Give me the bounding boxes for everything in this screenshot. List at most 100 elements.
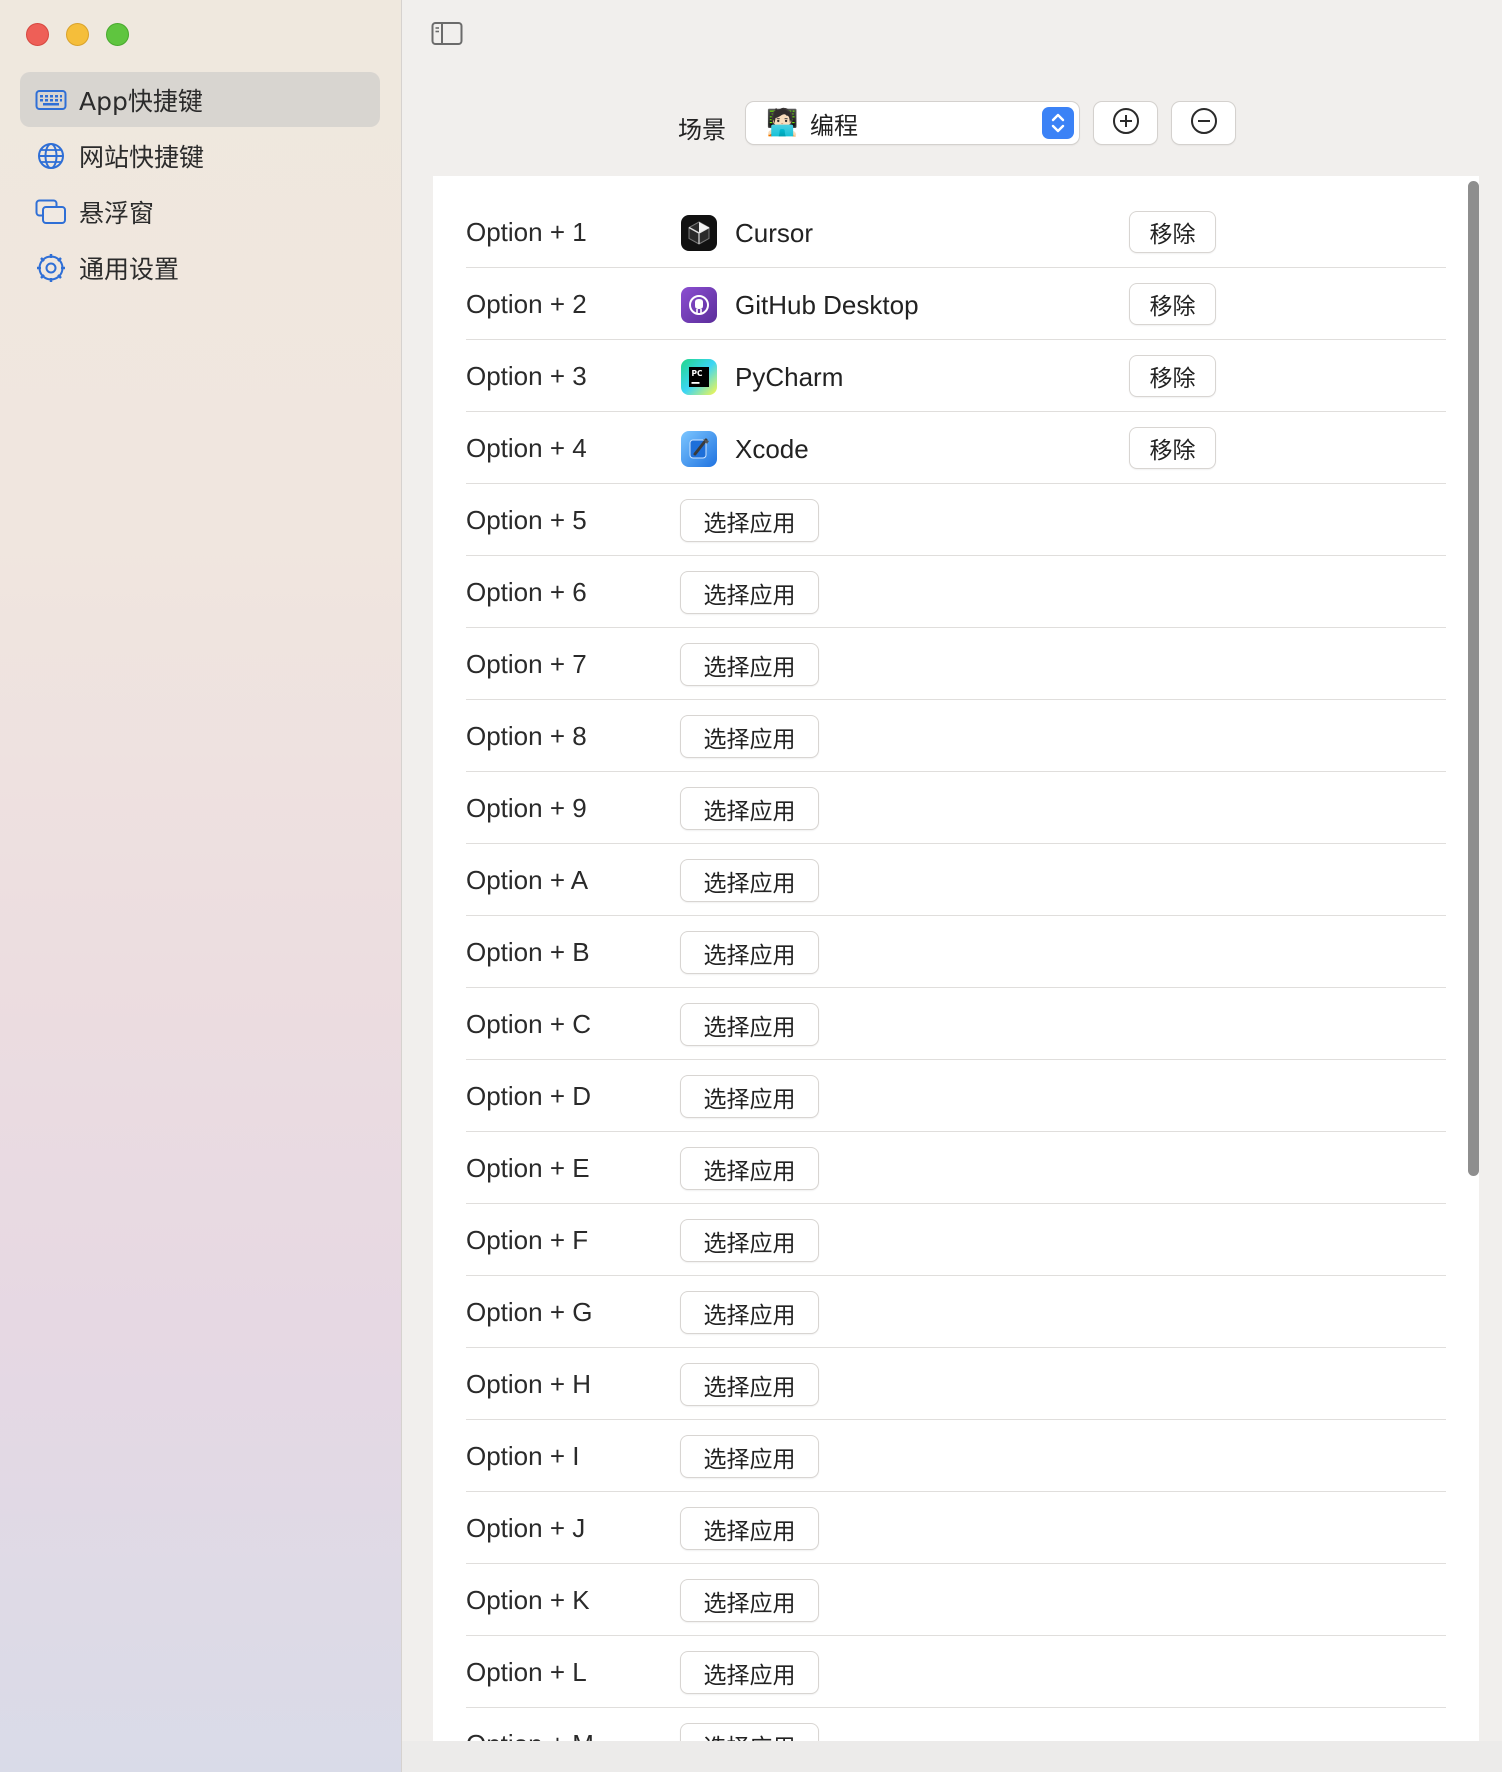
choose-app-button[interactable]: 选择应用 — [681, 1364, 818, 1405]
app-name: PyCharm — [735, 361, 844, 392]
shortcut-key: Option + K — [466, 1585, 590, 1615]
xcode-icon — [681, 431, 717, 467]
choose-app-button[interactable]: 选择应用 — [681, 1148, 818, 1189]
shortcut-key: Option + 6 — [466, 577, 587, 607]
sidebar: App快捷键 网站快捷键 悬浮窗 通用设置 — [0, 0, 402, 1772]
pycharm-icon: PC — [681, 359, 717, 395]
github-desktop-icon — [681, 287, 717, 323]
assigned-app: PC PyCharm — [681, 359, 843, 395]
sidebar-item-floating-window[interactable]: 悬浮窗 — [20, 184, 380, 239]
sidebar-toggle-icon — [431, 22, 463, 51]
window-bottom-edge — [402, 1741, 1502, 1772]
gear-icon — [35, 253, 67, 283]
scrollbar-thumb[interactable] — [1468, 181, 1479, 1176]
shortcut-key: Option + 3 — [466, 361, 587, 391]
vertical-scrollbar[interactable] — [1465, 181, 1479, 1181]
app-name: Xcode — [735, 433, 809, 464]
shortcut-row: Option + 3 PC PyCharm 移除 — [466, 340, 1446, 412]
shortcut-row: Option + 7 选择应用 — [466, 628, 1446, 700]
shortcut-row: Option + F 选择应用 — [466, 1204, 1446, 1276]
shortcut-row: Option + H 选择应用 — [466, 1348, 1446, 1420]
shortcut-key: Option + 4 — [466, 433, 587, 463]
choose-app-button[interactable]: 选择应用 — [681, 1580, 818, 1621]
choose-app-button[interactable]: 选择应用 — [681, 1076, 818, 1117]
globe-icon — [35, 141, 67, 171]
sidebar-item-label: 通用设置 — [79, 254, 180, 284]
choose-app-button[interactable]: 选择应用 — [681, 644, 818, 685]
shortcut-row: Option + C 选择应用 — [466, 988, 1446, 1060]
sidebar-nav: App快捷键 网站快捷键 悬浮窗 通用设置 — [20, 72, 380, 296]
choose-app-button[interactable]: 选择应用 — [681, 1652, 818, 1693]
close-window-button[interactable] — [26, 23, 49, 46]
cursor-app-icon — [681, 215, 717, 251]
shortcut-key: Option + G — [466, 1297, 593, 1327]
choose-app-button[interactable]: 选择应用 — [681, 500, 818, 541]
shortcut-row: Option + M 选择应用 — [466, 1708, 1446, 1741]
shortcut-list[interactable]: Option + 1 Cursor 移除 Option + 2 GitHub D… — [433, 176, 1479, 1741]
assigned-app: Xcode — [681, 431, 809, 467]
remove-button[interactable]: 移除 — [1130, 212, 1215, 252]
choose-app-button[interactable]: 选择应用 — [681, 860, 818, 901]
remove-scene-button[interactable] — [1172, 102, 1235, 144]
choose-app-button[interactable]: 选择应用 — [681, 1220, 818, 1261]
choose-app-button[interactable]: 选择应用 — [681, 1004, 818, 1045]
shortcut-key: Option + 7 — [466, 649, 587, 679]
choose-app-button[interactable]: 选择应用 — [681, 572, 818, 613]
shortcut-row: Option + D 选择应用 — [466, 1060, 1446, 1132]
scene-label: 场景 — [678, 116, 726, 144]
shortcut-row: Option + 5 选择应用 — [466, 484, 1446, 556]
scene-toolbar: 场景 🧑🏻‍💻 编程 — [402, 102, 1502, 146]
remove-button[interactable]: 移除 — [1130, 284, 1215, 324]
app-name: Cursor — [735, 217, 814, 248]
floating-windows-icon — [35, 197, 67, 227]
sidebar-item-label: App快捷键 — [79, 86, 203, 116]
choose-app-button[interactable]: 选择应用 — [681, 1724, 818, 1741]
sidebar-item-website-shortcuts[interactable]: 网站快捷键 — [20, 128, 380, 183]
shortcut-key: Option + D — [466, 1081, 592, 1111]
shortcut-key: Option + E — [466, 1153, 590, 1183]
shortcut-row: Option + 1 Cursor 移除 — [466, 177, 1446, 268]
shortcut-key: Option + 1 — [466, 217, 587, 247]
assigned-app: Cursor — [681, 215, 813, 251]
shortcut-row: Option + 8 选择应用 — [466, 700, 1446, 772]
zoom-window-button[interactable] — [106, 23, 129, 46]
add-scene-button[interactable] — [1094, 102, 1157, 144]
shortcut-row: Option + E 选择应用 — [466, 1132, 1446, 1204]
shortcut-row: Option + 6 选择应用 — [466, 556, 1446, 628]
shortcut-key: Option + 2 — [466, 289, 587, 319]
shortcut-row: Option + L 选择应用 — [466, 1636, 1446, 1708]
sidebar-toggle-button[interactable] — [431, 21, 463, 47]
shortcut-row: Option + 2 GitHub Desktop 移除 — [466, 268, 1446, 340]
minus-circle-icon — [1190, 107, 1218, 139]
shortcut-key: Option + L — [466, 1657, 587, 1687]
remove-button[interactable]: 移除 — [1130, 428, 1215, 468]
sidebar-item-app-shortcuts[interactable]: App快捷键 — [20, 72, 380, 127]
shortcut-key: Option + B — [466, 937, 590, 967]
keyboard-icon — [35, 85, 67, 115]
shortcut-key: Option + C — [466, 1009, 592, 1039]
choose-app-button[interactable]: 选择应用 — [681, 1436, 818, 1477]
choose-app-button[interactable]: 选择应用 — [681, 1508, 818, 1549]
sidebar-item-label: 悬浮窗 — [79, 198, 155, 228]
window-controls — [26, 23, 129, 46]
sidebar-item-general-settings[interactable]: 通用设置 — [20, 240, 380, 295]
scene-selected-value: 编程 — [810, 111, 858, 140]
remove-button[interactable]: 移除 — [1130, 356, 1215, 396]
choose-app-button[interactable]: 选择应用 — [681, 716, 818, 757]
shortcut-row: Option + 4 Xcode 移除 — [466, 412, 1446, 484]
shortcut-row: Option + J 选择应用 — [466, 1492, 1446, 1564]
shortcut-key: Option + J — [466, 1513, 586, 1543]
choose-app-button[interactable]: 选择应用 — [681, 932, 818, 973]
shortcut-row: Option + A 选择应用 — [466, 844, 1446, 916]
shortcut-key: Option + I — [466, 1441, 580, 1471]
app-name: GitHub Desktop — [735, 289, 919, 320]
shortcut-row: Option + 9 选择应用 — [466, 772, 1446, 844]
choose-app-button[interactable]: 选择应用 — [681, 788, 818, 829]
shortcut-key: Option + F — [466, 1225, 589, 1255]
choose-app-button[interactable]: 选择应用 — [681, 1292, 818, 1333]
scene-select[interactable]: 🧑🏻‍💻 编程 — [746, 102, 1079, 144]
technologist-emoji-icon: 🧑🏻‍💻 — [766, 108, 799, 138]
chevron-up-down-icon — [1042, 107, 1074, 139]
sidebar-item-label: 网站快捷键 — [79, 142, 205, 172]
minimize-window-button[interactable] — [66, 23, 89, 46]
